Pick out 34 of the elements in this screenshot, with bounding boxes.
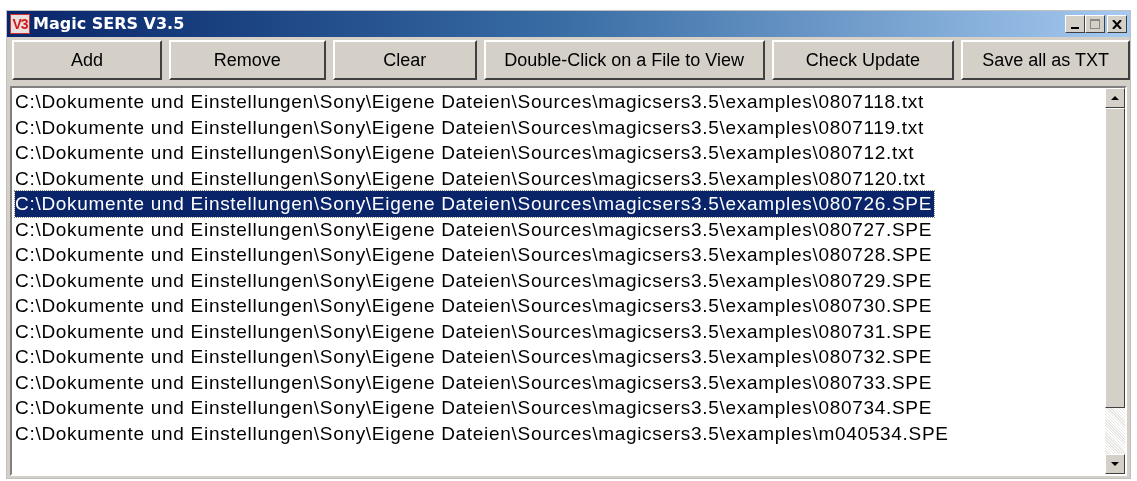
toolbar-button[interactable]: Check Update bbox=[771, 40, 955, 80]
scroll-down-button[interactable] bbox=[1105, 454, 1125, 474]
toolbar-button[interactable]: Double-Click on a File to View bbox=[483, 40, 765, 80]
toolbar-button[interactable]: Add bbox=[12, 40, 162, 80]
file-list-item[interactable]: C:\Dokumente und Einstellungen\Sony\Eigene Dateien\Sources\magicsers3.5\examples\0807118.txt bbox=[15, 89, 926, 115]
toolbar-button[interactable]: Save all as TXT bbox=[961, 40, 1130, 80]
file-list-item[interactable]: C:\Dokumente und Einstellungen\Sony\Eigene Dateien\Sources\magicsers3.5\examples\080729.SPE bbox=[15, 267, 935, 293]
file-list-item[interactable]: C:\Dokumente und Einstellungen\Sony\Eigene Dateien\Sources\magicsers3.5\examples\080730.SPE bbox=[15, 293, 935, 319]
file-list-item[interactable]: C:\Dokumente und Einstellungen\Sony\Eigene Dateien\Sources\magicsers3.5\examples\0807120.txt bbox=[15, 165, 928, 191]
scrollbar[interactable] bbox=[1105, 88, 1125, 474]
file-list-item[interactable]: C:\Dokumente und Einstellungen\Sony\Eigene Dateien\Sources\magicsers3.5\examples\0807119.txt bbox=[15, 114, 926, 140]
file-list-item[interactable]: C:\Dokumente und Einstellungen\Sony\Eigene Dateien\Sources\magicsers3.5\examples\080712.txt bbox=[15, 140, 917, 166]
file-list-item[interactable]: C:\Dokumente und Einstellungen\Sony\Eigene Dateien\Sources\magicsers3.5\examples\080734.SPE bbox=[15, 395, 935, 421]
file-list-item[interactable]: C:\Dokumente und Einstellungen\Sony\Eigene Dateien\Sources\magicsers3.5\examples\080728.SPE bbox=[15, 242, 935, 268]
file-list-item[interactable]: C:\Dokumente und Einstellungen\Sony\Eigene Dateien\Sources\magicsers3.5\examples\080733.SPE bbox=[15, 369, 935, 395]
down-arrow-icon bbox=[1111, 462, 1119, 466]
scroll-up-button[interactable] bbox=[1105, 88, 1125, 108]
close-icon bbox=[1112, 19, 1122, 29]
scroll-thumb[interactable] bbox=[1105, 108, 1125, 408]
maximize-button[interactable] bbox=[1085, 15, 1105, 33]
minimize-button[interactable] bbox=[1065, 15, 1085, 33]
close-button[interactable] bbox=[1107, 15, 1127, 33]
app-logo-icon: V3 bbox=[10, 14, 30, 34]
maximize-icon bbox=[1090, 19, 1100, 29]
toolbar-button[interactable]: Remove bbox=[168, 40, 326, 80]
file-list-item[interactable]: C:\Dokumente und Einstellungen\Sony\Eigene Dateien\Sources\magicsers3.5\examples\080726.SPE bbox=[15, 191, 935, 217]
window-title: Magic SERS V3.5 bbox=[33, 13, 185, 35]
up-arrow-icon bbox=[1111, 96, 1119, 100]
file-list-item[interactable]: C:\Dokumente und Einstellungen\Sony\Eigene Dateien\Sources\magicsers3.5\examples\080732.SPE bbox=[15, 344, 935, 370]
file-list-item[interactable]: C:\Dokumente und Einstellungen\Sony\Eigene Dateien\Sources\magicsers3.5\examples\080731.SPE bbox=[15, 318, 935, 344]
file-list-item[interactable]: C:\Dokumente und Einstellungen\Sony\Eigene Dateien\Sources\magicsers3.5\examples\m040534.SPE bbox=[15, 420, 951, 446]
file-list-item[interactable]: C:\Dokumente und Einstellungen\Sony\Eigene Dateien\Sources\magicsers3.5\examples\080727.SPE bbox=[15, 216, 935, 242]
toolbar-button[interactable]: Clear bbox=[332, 40, 477, 80]
minimize-icon bbox=[1071, 27, 1079, 29]
